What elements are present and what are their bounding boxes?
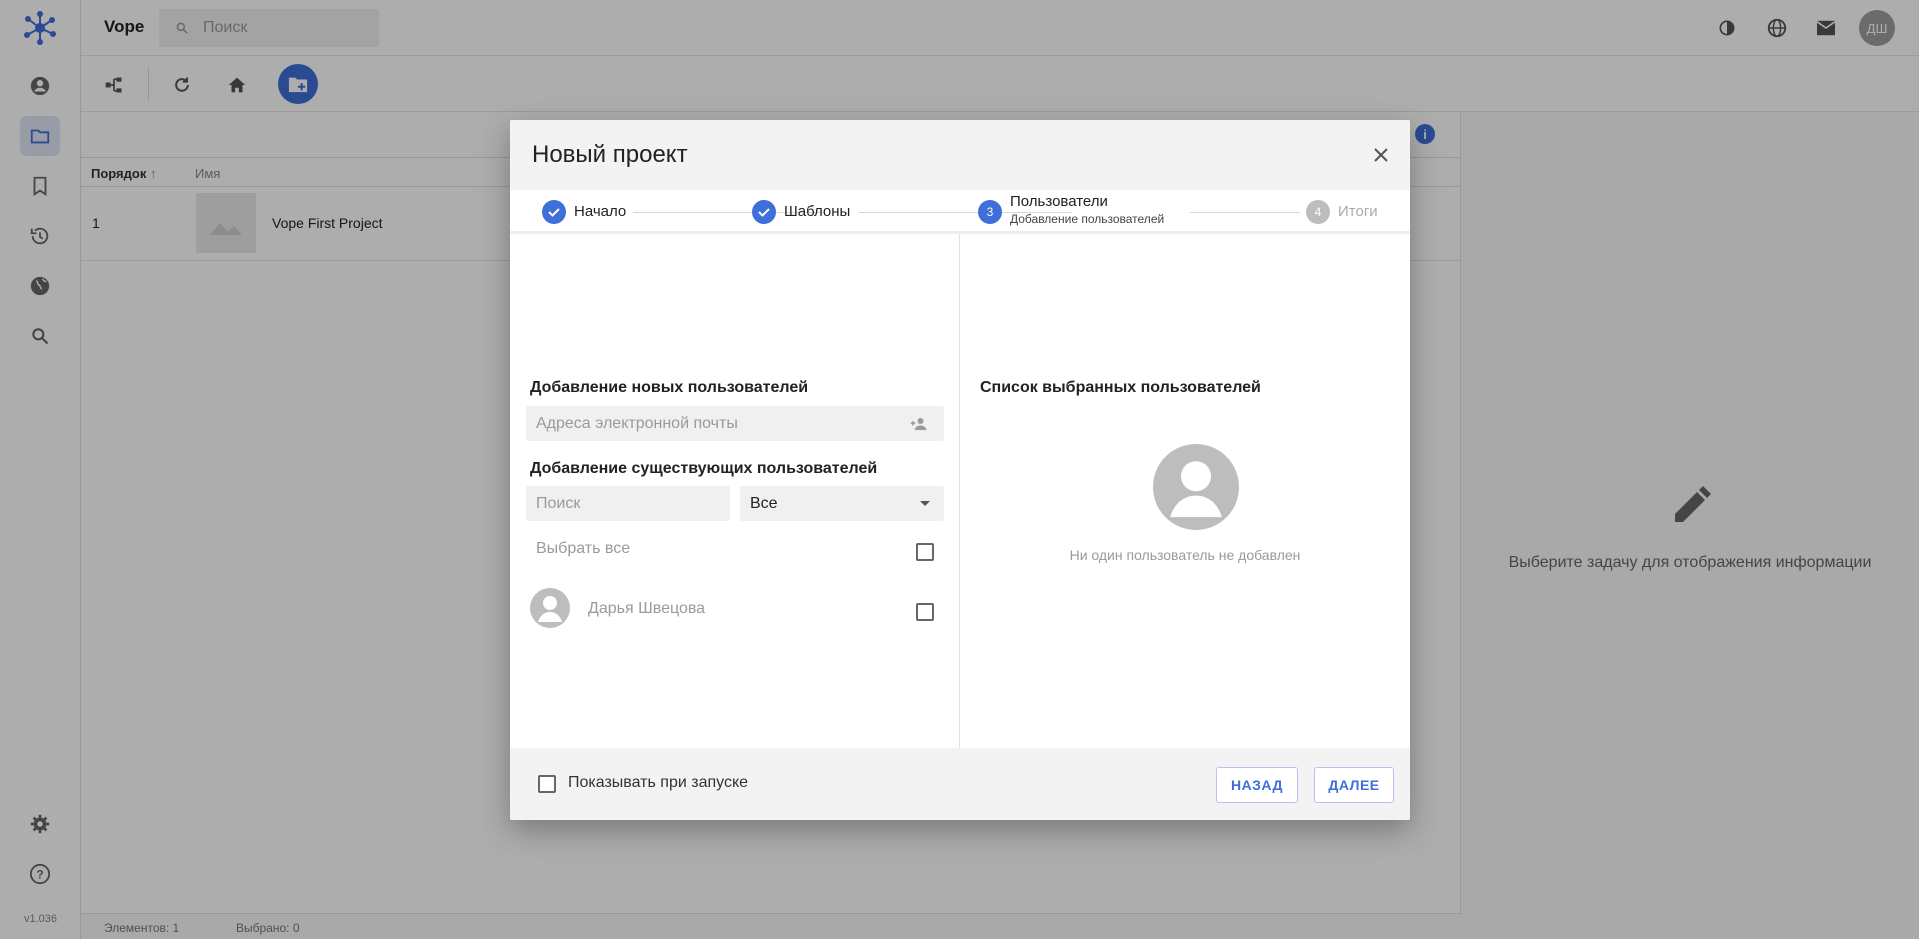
check-icon bbox=[542, 200, 566, 224]
step-users[interactable]: 3 Пользователи Добавление пользователей bbox=[978, 193, 1165, 226]
step-label: Шаблоны bbox=[784, 203, 851, 220]
user-search-placeholder: Поиск bbox=[536, 494, 581, 512]
empty-user-avatar-icon bbox=[1153, 444, 1239, 530]
email-input[interactable]: Адреса электронной почты bbox=[526, 406, 944, 441]
step-connector bbox=[1190, 212, 1300, 213]
step-label: Итоги bbox=[1338, 203, 1378, 220]
user-filter-select[interactable]: Все bbox=[740, 486, 944, 521]
step-templates[interactable]: Шаблоны bbox=[752, 200, 850, 224]
add-existing-users-title: Добавление существующих пользователей bbox=[530, 460, 878, 477]
dialog-footer: Показывать при запуске НАЗАД ДАЛЕЕ bbox=[510, 748, 1410, 820]
dialog-header: Новый проект bbox=[510, 120, 1410, 190]
add-users-panel: Добавление новых пользователей Адреса эл… bbox=[510, 234, 960, 749]
step-label: Пользователи bbox=[1010, 193, 1108, 210]
close-icon[interactable] bbox=[1370, 144, 1392, 166]
selected-users-title: Список выбранных пользователей bbox=[980, 379, 1261, 396]
step-summary[interactable]: 4 Итоги bbox=[1306, 200, 1378, 224]
email-placeholder: Адреса электронной почты bbox=[536, 414, 738, 432]
new-project-dialog: Новый проект Начало Шаблоны 3 Пользовате… bbox=[510, 120, 1410, 820]
select-all-checkbox[interactable] bbox=[916, 543, 934, 561]
user-name: Дарья Швецова bbox=[588, 600, 706, 617]
show-on-start-label: Показывать при запуске bbox=[568, 774, 749, 791]
step-label: Начало bbox=[574, 203, 627, 220]
back-button[interactable]: НАЗАД bbox=[1216, 767, 1298, 803]
user-checkbox[interactable] bbox=[916, 603, 934, 621]
no-users-message: Ни один пользователь не добавлен bbox=[1069, 547, 1301, 563]
filter-value: Все bbox=[750, 494, 778, 512]
dropdown-arrow-icon bbox=[920, 501, 930, 506]
add-new-users-title: Добавление новых пользователей bbox=[530, 379, 809, 396]
stepper: Начало Шаблоны 3 Пользователи Добавление… bbox=[510, 190, 1410, 234]
show-on-start-checkbox[interactable] bbox=[538, 775, 556, 793]
step-number: 4 bbox=[1306, 200, 1330, 224]
user-avatar-icon bbox=[530, 588, 570, 628]
user-search-input[interactable]: Поиск bbox=[526, 486, 730, 521]
add-person-icon[interactable] bbox=[910, 416, 928, 432]
select-all-label: Выбрать все bbox=[536, 540, 631, 557]
step-number: 3 bbox=[978, 200, 1002, 224]
dialog-title: Новый проект bbox=[532, 141, 688, 168]
next-button[interactable]: ДАЛЕЕ bbox=[1314, 767, 1394, 803]
check-icon bbox=[752, 200, 776, 224]
step-sublabel: Добавление пользователей bbox=[1010, 212, 1165, 226]
selected-users-panel: Список выбранных пользователей Ни один п… bbox=[960, 234, 1410, 749]
step-start[interactable]: Начало bbox=[542, 200, 626, 224]
